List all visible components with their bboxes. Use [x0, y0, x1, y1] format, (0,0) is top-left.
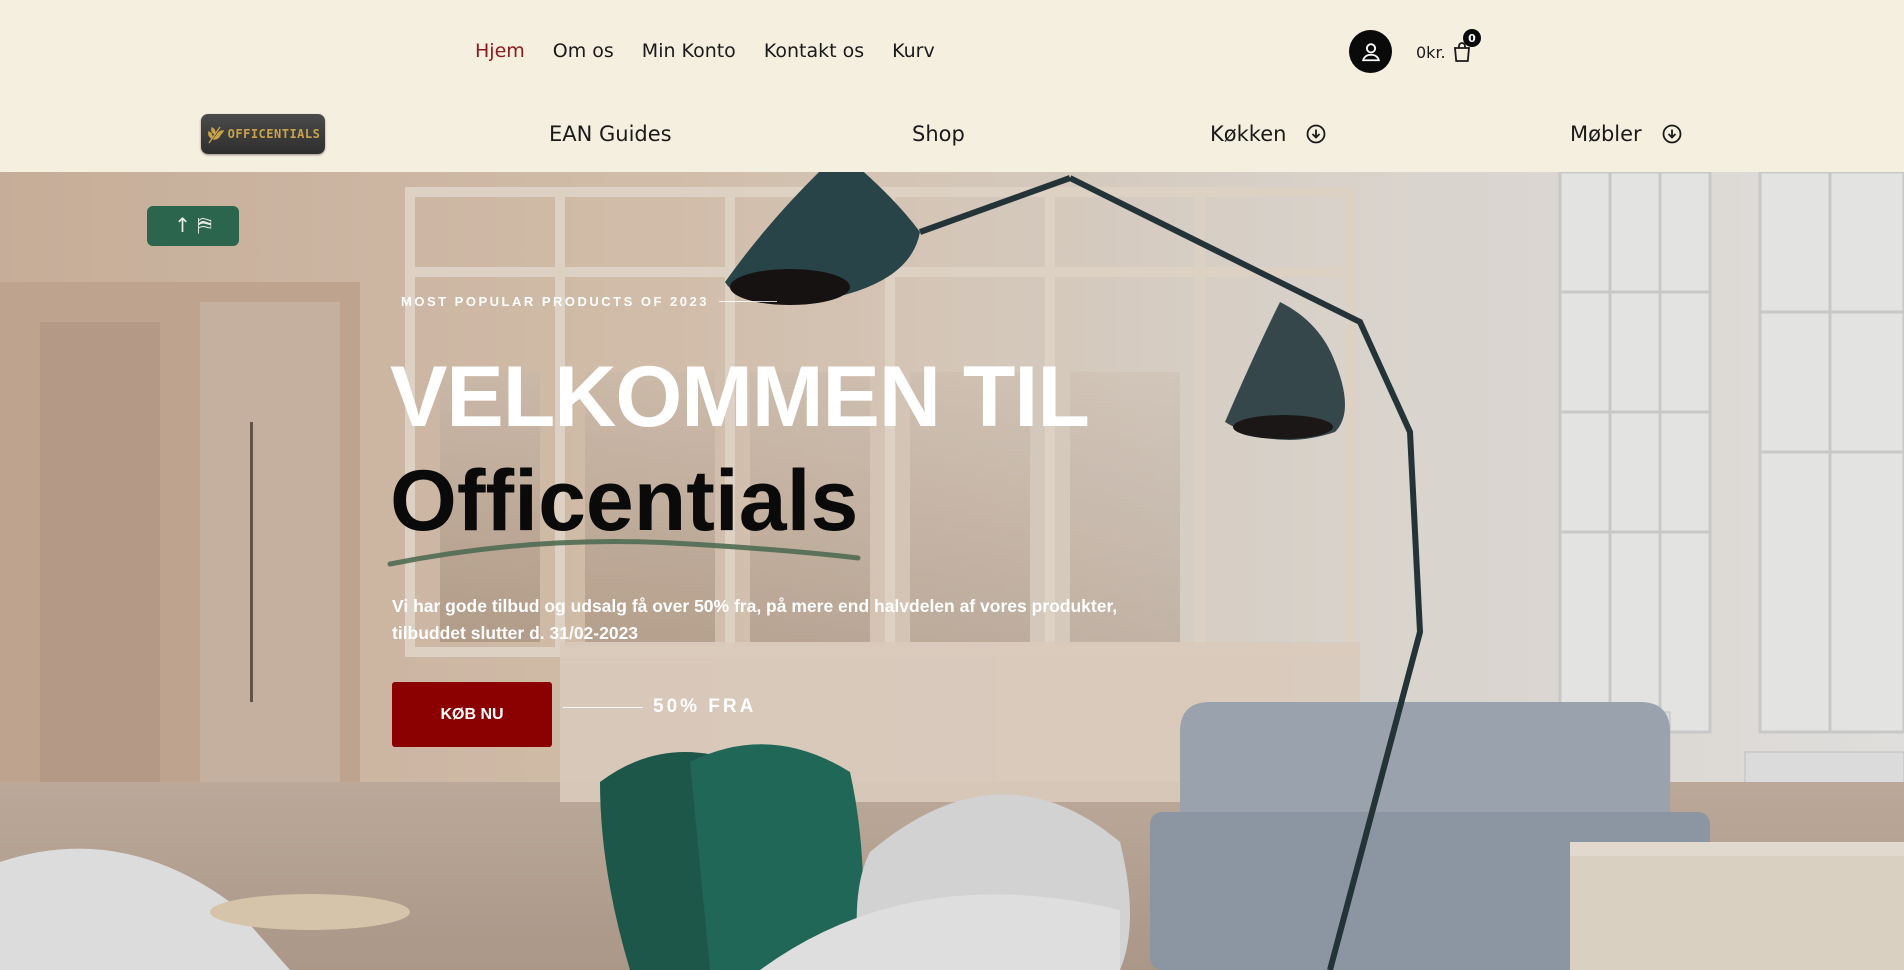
- top-nav-contact[interactable]: Kontakt os: [764, 40, 864, 62]
- eyebrow-divider: [718, 301, 777, 302]
- hero-background-image: ↑ ⛿: [0, 172, 1904, 970]
- cart-count-badge: 0: [1463, 29, 1481, 47]
- nav-furniture[interactable]: Møbler: [1570, 122, 1682, 146]
- hero-headline-line1: VELKOMMEN TIL: [390, 349, 1090, 445]
- circle-arrow-down-icon[interactable]: [1306, 124, 1326, 144]
- main-nav-bar: OFFICENTIALS EAN Guides Shop Køkken Møbl…: [0, 104, 1904, 172]
- cart-amount: 0kr.: [1416, 42, 1446, 62]
- account-button[interactable]: [1349, 30, 1392, 73]
- logo-text: OFFICENTIALS: [227, 127, 321, 141]
- wheat-icon: [207, 126, 224, 144]
- buy-now-button[interactable]: KØB NU: [392, 682, 552, 747]
- hero-section: ↑ ⛿ MOST POPULAR PRODUCTS OF 2023 VELKOM…: [0, 172, 1904, 970]
- hero-description: Vi har gode tilbud og udsalg få over 50%…: [392, 596, 1118, 643]
- nav-ean-guides-label: EAN Guides: [549, 122, 672, 146]
- nav-shop[interactable]: Shop: [912, 122, 965, 146]
- top-nav-home[interactable]: Hjem: [475, 40, 525, 62]
- top-nav-account[interactable]: Min Konto: [642, 40, 736, 62]
- nav-shop-label: Shop: [912, 122, 965, 146]
- nav-furniture-label: Møbler: [1570, 122, 1642, 146]
- nav-ean-guides[interactable]: EAN Guides: [549, 122, 672, 146]
- offer-label: 50% FRA: [563, 696, 756, 718]
- nav-kitchen-label: Køkken: [1210, 122, 1287, 146]
- top-bar: Hjem Om os Min Konto Kontakt os Kurv 0kr…: [0, 0, 1904, 104]
- user-icon: [1361, 42, 1380, 61]
- top-nav-cart[interactable]: Kurv: [892, 40, 935, 62]
- nav-kitchen[interactable]: Køkken: [1210, 122, 1326, 146]
- offer-divider: [563, 706, 643, 708]
- hero-eyebrow-text: MOST POPULAR PRODUCTS OF 2023: [401, 294, 709, 309]
- offer-text: 50% FRA: [653, 696, 757, 717]
- circle-arrow-down-icon[interactable]: [1662, 124, 1682, 144]
- logo[interactable]: OFFICENTIALS: [201, 114, 325, 154]
- hero-eyebrow: MOST POPULAR PRODUCTS OF 2023: [401, 294, 777, 309]
- top-nav-about[interactable]: Om os: [553, 40, 614, 62]
- top-nav: Hjem Om os Min Konto Kontakt os Kurv: [475, 40, 935, 62]
- hero-headline-line2: Officentials: [390, 453, 859, 549]
